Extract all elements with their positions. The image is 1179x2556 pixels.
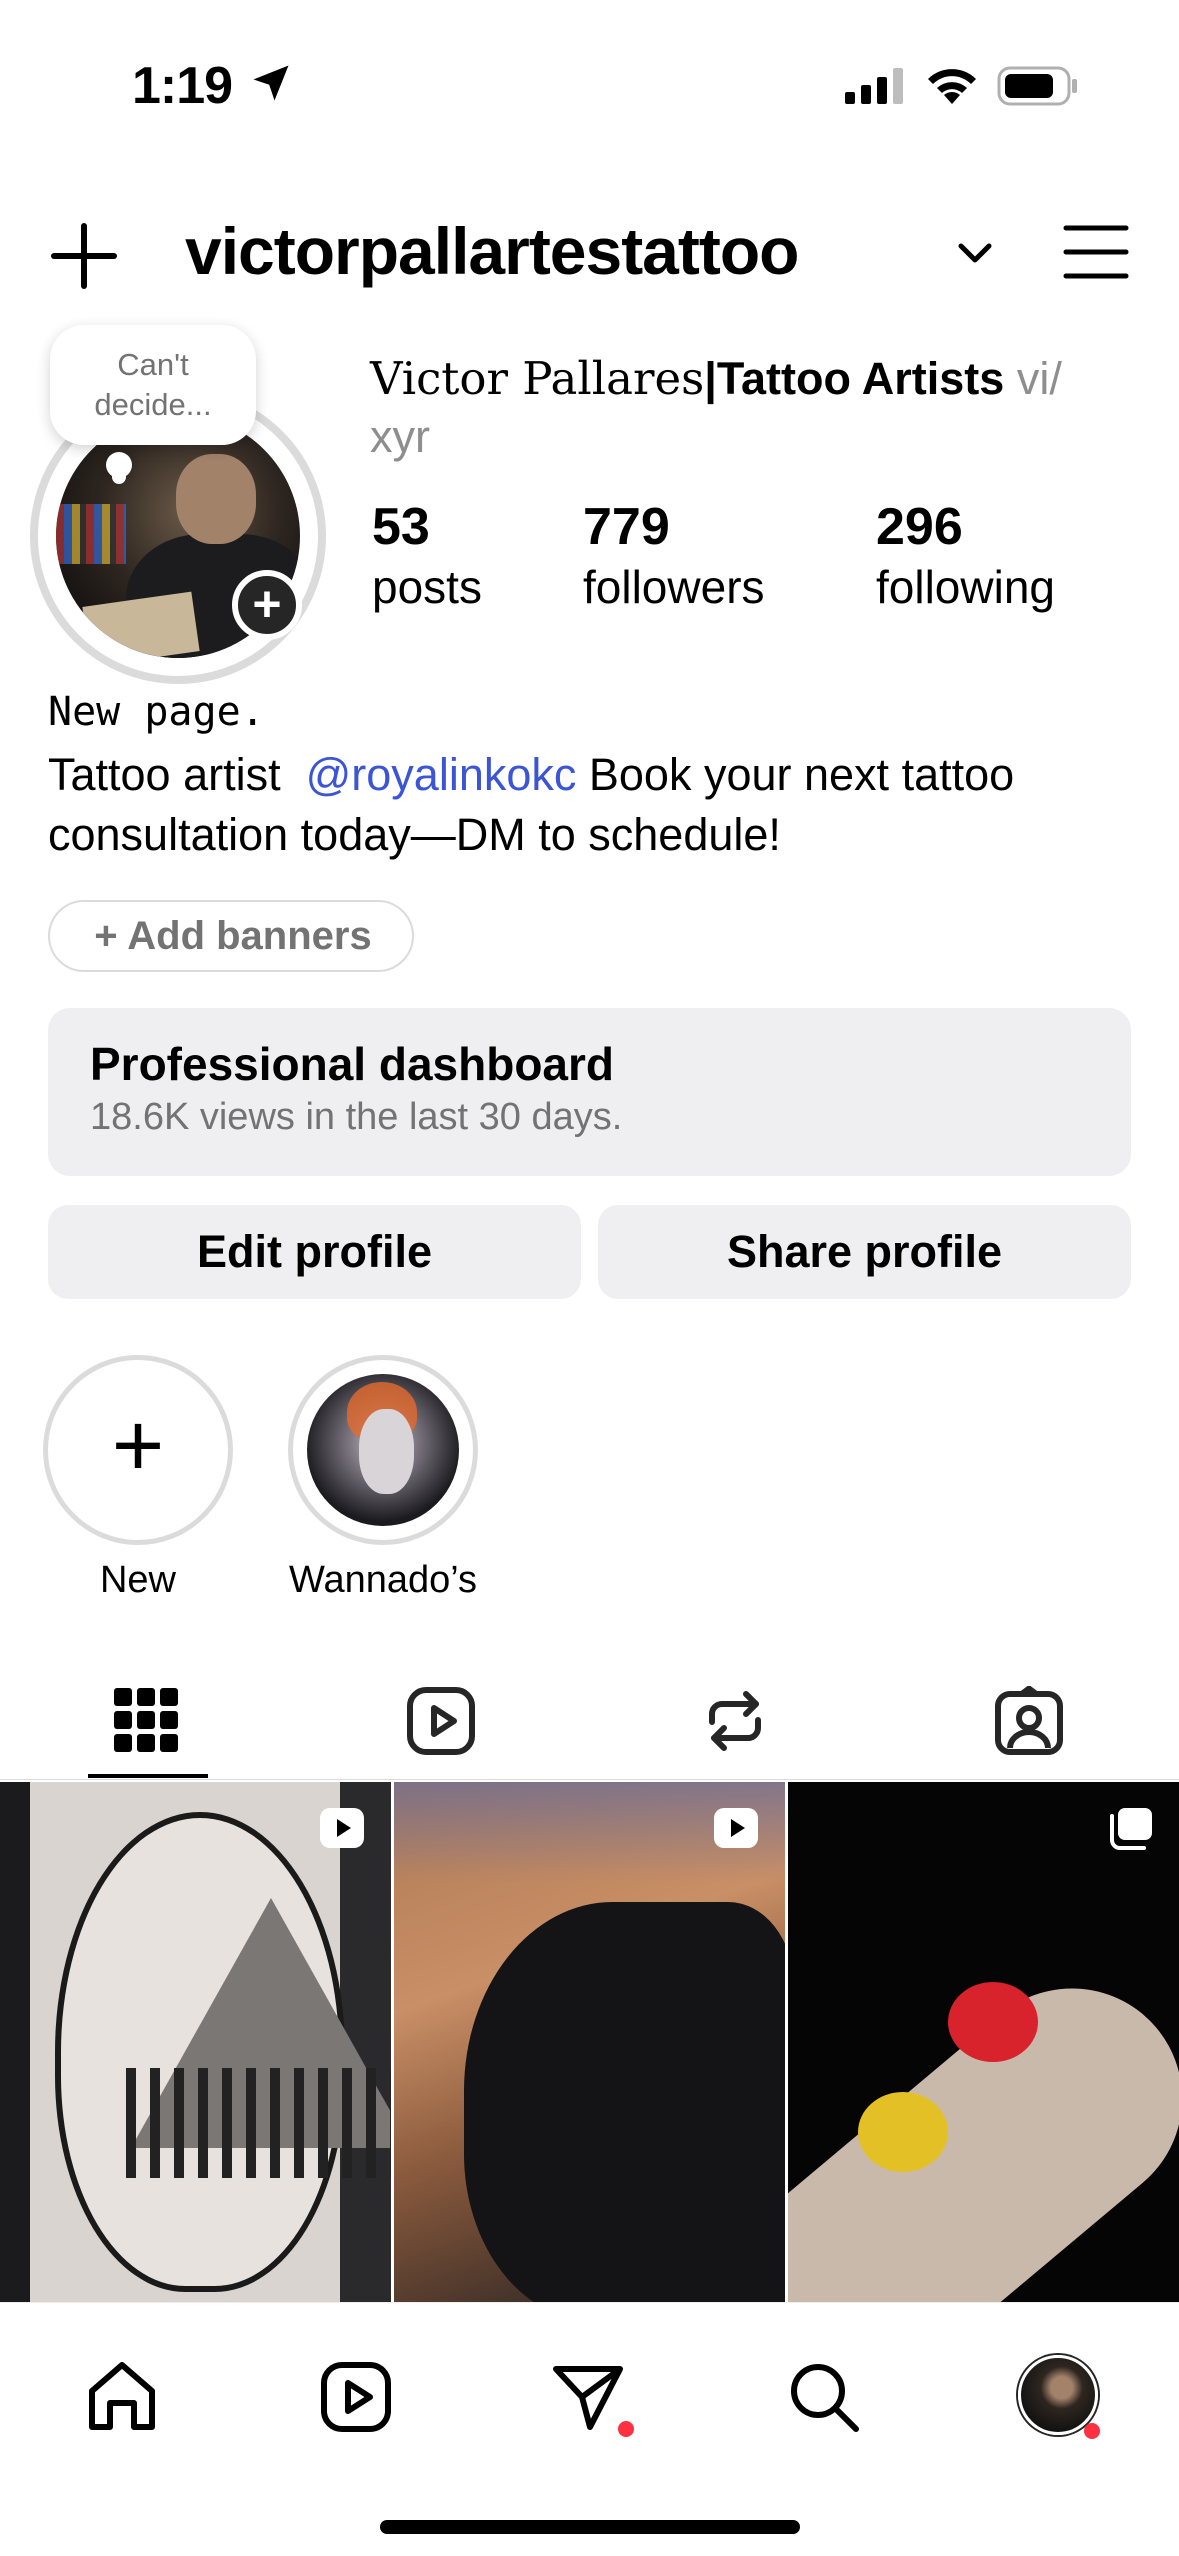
- tagged-icon: [995, 1686, 1063, 1755]
- dashboard-title: Professional dashboard: [90, 1038, 615, 1090]
- bottom-navigation: [0, 2302, 1179, 2556]
- wifi-icon: [928, 69, 976, 104]
- note-bubble-tail-small: [112, 470, 126, 484]
- reel-icon: [320, 1808, 364, 1848]
- following-label: following: [876, 561, 1055, 613]
- tab-reels[interactable]: [294, 1670, 588, 1780]
- note-text-line1: Can't: [117, 347, 189, 382]
- professional-dashboard[interactable]: Professional dashboard 18.6K views in th…: [48, 1008, 1131, 1176]
- highlight-wannados[interactable]: [288, 1355, 478, 1545]
- edit-profile-button[interactable]: Edit profile: [48, 1205, 581, 1299]
- followers-stat[interactable]: 779 followers: [583, 496, 765, 616]
- hamburger-menu-icon[interactable]: [1062, 222, 1130, 282]
- following-stat[interactable]: 296 following: [876, 496, 1055, 616]
- posts-count: 53: [372, 498, 430, 556]
- pronouns: vi/: [1004, 353, 1062, 404]
- reposts-icon: [709, 1691, 761, 1751]
- home-indicator: [380, 2520, 800, 2534]
- posts-grid: [0, 1782, 1179, 2302]
- bio-text: Tattoo artist @royalinkokc Book your nex…: [48, 745, 1148, 865]
- reels-icon[interactable]: [316, 2357, 396, 2437]
- reels-icon: [407, 1687, 475, 1755]
- profile-tab-avatar[interactable]: [1018, 2355, 1098, 2435]
- highlight-label-wannados: Wannado’s: [288, 1559, 477, 1601]
- active-tab-indicator: [88, 1774, 208, 1778]
- highlight-cover-image: [307, 1374, 459, 1526]
- messages-icon[interactable]: [548, 2357, 628, 2437]
- bio: New page. Tattoo artist @royalinkokc Boo…: [48, 685, 1148, 865]
- display-name: Victor Pallares|Tattoo Artists vi/xyr: [370, 350, 1160, 466]
- tab-posts-grid[interactable]: [0, 1670, 294, 1780]
- profile-tabs: [0, 1670, 1179, 1780]
- post-thumbnail[interactable]: [788, 1782, 1179, 2302]
- carousel-icon: [1110, 1808, 1152, 1850]
- add-banners-button[interactable]: + Add banners: [48, 900, 414, 972]
- bio-mention-link[interactable]: @royalinkokc: [306, 749, 577, 800]
- home-icon[interactable]: [82, 2357, 162, 2437]
- status-bar: 1:19: [0, 0, 1179, 160]
- followers-count: 779: [583, 498, 670, 556]
- plus-icon: +: [252, 576, 282, 632]
- notification-dot: [1084, 2423, 1100, 2439]
- tab-reposts[interactable]: [588, 1670, 882, 1780]
- cellular-signal-icon: [845, 68, 903, 104]
- reel-icon: [714, 1808, 758, 1848]
- add-banners-label: + Add banners: [94, 914, 372, 958]
- highlight-label-new: New: [99, 1559, 177, 1601]
- posts-stat[interactable]: 53 posts: [372, 496, 482, 616]
- following-count: 296: [876, 498, 963, 556]
- post-thumbnail[interactable]: [0, 1782, 391, 2302]
- account-username[interactable]: victorpallartestattoo: [185, 213, 799, 289]
- pronouns-cont: xyr: [370, 411, 430, 462]
- location-arrow-icon: [253, 65, 289, 101]
- new-highlight-button[interactable]: +: [43, 1355, 233, 1545]
- bio-first-line: New page.: [48, 689, 265, 735]
- create-plus-button[interactable]: [48, 220, 120, 292]
- grid-icon: [114, 1688, 178, 1752]
- display-name-bold: |Tattoo Artists: [704, 353, 1005, 404]
- chevron-down-icon[interactable]: [955, 238, 995, 268]
- posts-label: posts: [372, 561, 482, 613]
- add-story-button[interactable]: +: [232, 570, 302, 640]
- followers-label: followers: [583, 561, 765, 613]
- note-bubble[interactable]: Can't decide...: [50, 325, 256, 445]
- plus-icon: +: [111, 1396, 165, 1496]
- note-text-line2: decide...: [94, 387, 212, 422]
- tab-tagged[interactable]: [882, 1670, 1176, 1780]
- share-profile-button[interactable]: Share profile: [598, 1205, 1131, 1299]
- bio-prefix: Tattoo artist: [48, 749, 306, 800]
- post-thumbnail[interactable]: [394, 1782, 785, 2302]
- display-name-serif: Victor Pallares: [370, 352, 705, 405]
- notification-dot: [618, 2421, 634, 2437]
- dashboard-subtitle: 18.6K views in the last 30 days.: [90, 1096, 623, 1138]
- battery-icon: [997, 66, 1077, 106]
- search-icon[interactable]: [784, 2357, 864, 2437]
- status-time: 1:19: [132, 57, 233, 115]
